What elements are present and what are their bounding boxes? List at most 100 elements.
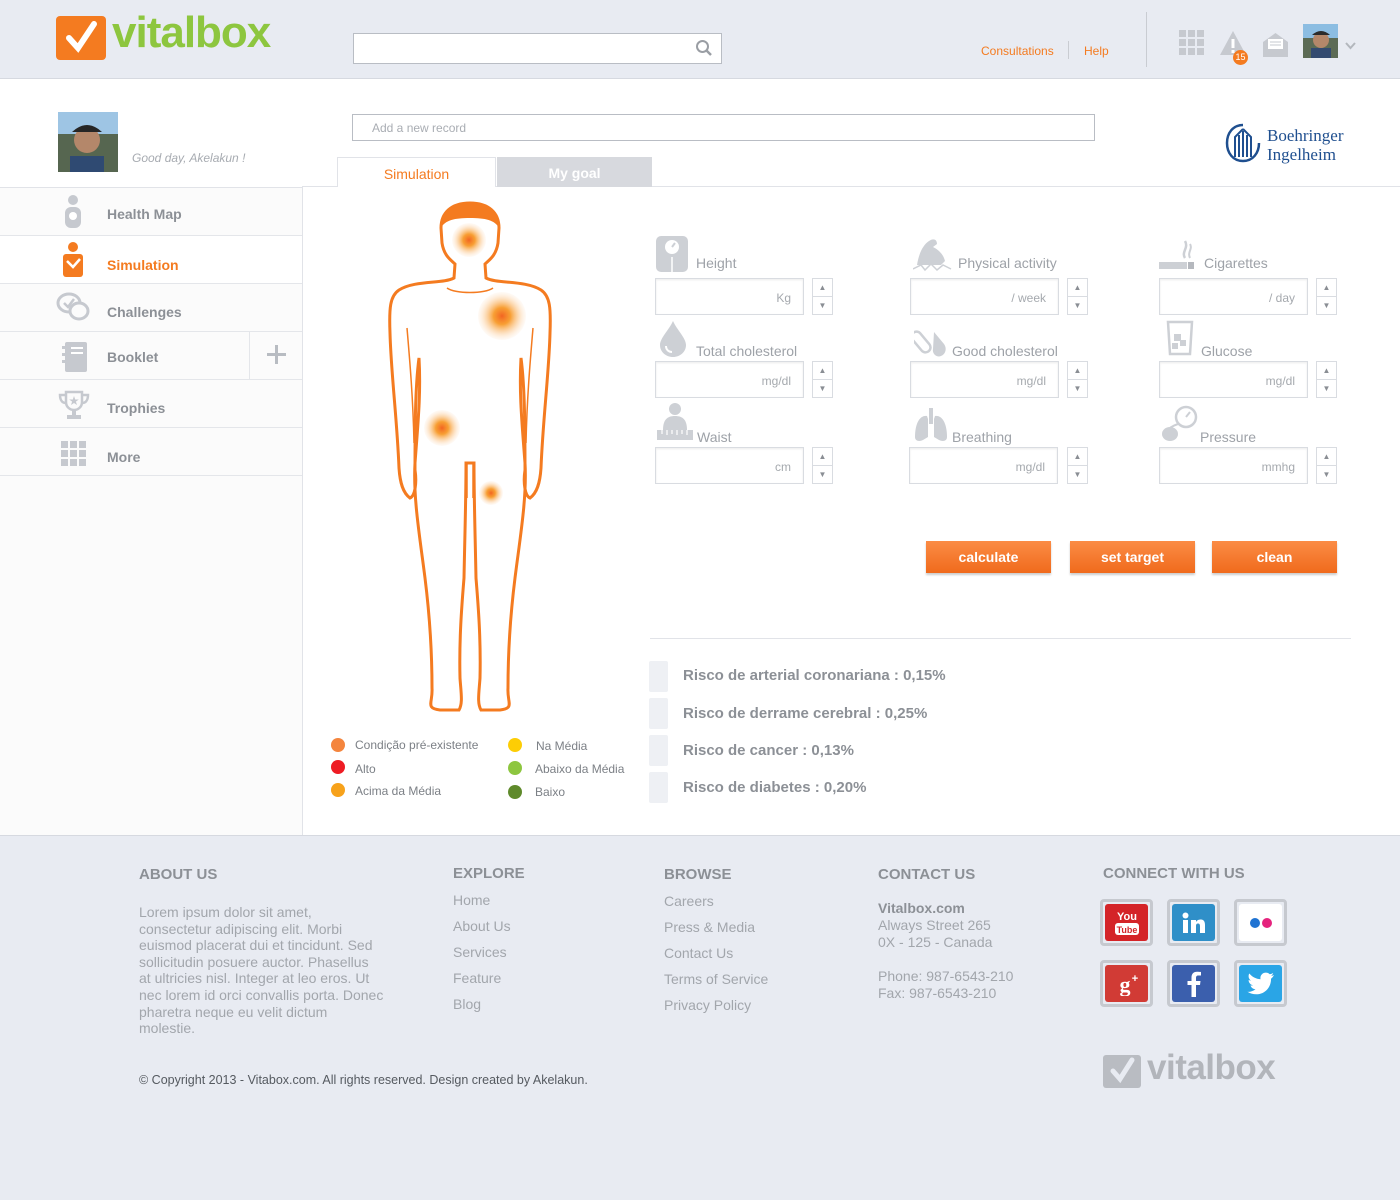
footer-link-about[interactable]: About Us — [453, 918, 511, 934]
sidebar-item-label: Trophies — [107, 400, 166, 416]
partner-logo[interactable]: Boehringer Ingelheim — [1225, 123, 1355, 167]
scale-icon — [655, 235, 689, 278]
linkedin-icon[interactable] — [1167, 899, 1220, 946]
header-divider — [1146, 12, 1147, 67]
sidebar-item-challenges[interactable]: Challenges — [0, 284, 302, 332]
booklet-divider — [249, 332, 250, 379]
hotspot-abdomen[interactable] — [424, 410, 460, 446]
stepper-up-icon[interactable]: ▲ — [1068, 279, 1087, 297]
total-cholesterol-stepper[interactable]: ▲ ▼ — [812, 361, 833, 398]
footer-link-careers[interactable]: Careers — [664, 893, 714, 909]
user-avatar[interactable] — [1303, 24, 1338, 58]
field-label-good-cholesterol: Good cholesterol — [952, 343, 1058, 359]
glucose-stepper[interactable]: ▲ ▼ — [1316, 361, 1337, 398]
stepper-down-icon[interactable]: ▼ — [1317, 466, 1336, 484]
stepper-up-icon[interactable]: ▲ — [1317, 448, 1336, 466]
sidebar-item-more[interactable]: More — [0, 428, 302, 476]
footer-link-press[interactable]: Press & Media — [664, 919, 755, 935]
stepper-up-icon[interactable]: ▲ — [1317, 279, 1336, 297]
sidebar-item-booklet[interactable]: Booklet — [0, 332, 302, 380]
hotspot-thigh[interactable] — [479, 481, 503, 505]
physical-activity-stepper[interactable]: ▲ ▼ — [1067, 278, 1088, 315]
search-icon[interactable] — [695, 39, 713, 62]
messages-icon[interactable] — [1262, 32, 1289, 63]
pressure-stepper[interactable]: ▲ ▼ — [1316, 447, 1337, 484]
profile-avatar[interactable] — [58, 112, 118, 172]
footer-link-feature[interactable]: Feature — [453, 970, 501, 986]
footer-link-terms[interactable]: Terms of Service — [664, 971, 768, 987]
tab-simulation[interactable]: Simulation — [337, 157, 496, 187]
stepper-down-icon[interactable]: ▼ — [1317, 380, 1336, 398]
stepper-up-icon[interactable]: ▲ — [1068, 362, 1087, 380]
set-target-button[interactable]: set target — [1070, 541, 1195, 573]
add-record-input[interactable]: Add a new record — [352, 114, 1095, 141]
sidebar-item-trophies[interactable]: Trophies — [0, 380, 302, 428]
waist-input[interactable]: cm — [655, 447, 804, 484]
vitalbox-logo[interactable]: vitalbox — [56, 8, 296, 62]
nav-consultations[interactable]: Consultations — [981, 44, 1054, 58]
stepper-down-icon[interactable]: ▼ — [813, 466, 832, 484]
sidebar-item-health-map[interactable]: Health Map — [0, 188, 302, 236]
stepper-down-icon[interactable]: ▼ — [1068, 297, 1087, 315]
body-map[interactable] — [385, 198, 555, 718]
apps-grid-icon[interactable] — [1179, 30, 1206, 63]
legend-label: Condição pré-existente — [355, 738, 479, 752]
arm-muscle-icon — [912, 235, 953, 278]
stepper-up-icon[interactable]: ▲ — [813, 448, 832, 466]
sidebar-item-simulation[interactable]: Simulation — [0, 236, 302, 284]
height-input[interactable]: Kg — [655, 278, 804, 315]
calculate-button[interactable]: calculate — [926, 541, 1051, 573]
stepper-down-icon[interactable]: ▼ — [813, 380, 832, 398]
footer-link-contact[interactable]: Contact Us — [664, 945, 733, 961]
footer-contact-city: 0X - 125 - Canada — [878, 934, 993, 950]
physical-activity-input[interactable]: / week — [910, 278, 1059, 315]
good-cholesterol-stepper[interactable]: ▲ ▼ — [1067, 361, 1088, 398]
cigarettes-input[interactable]: / day — [1159, 278, 1308, 315]
footer-contact-phone: Phone: 987-6543-210 — [878, 968, 1014, 984]
nav-help[interactable]: Help — [1084, 44, 1109, 58]
chevron-down-icon[interactable] — [1345, 37, 1356, 55]
stepper-down-icon[interactable]: ▼ — [1068, 380, 1087, 398]
field-label-physical-activity: Physical activity — [958, 255, 1057, 271]
hotspot-head[interactable] — [452, 223, 486, 257]
stepper-up-icon[interactable]: ▲ — [1068, 448, 1087, 466]
tab-my-goal[interactable]: My goal — [497, 157, 652, 187]
partner-name: Boehringer Ingelheim — [1267, 126, 1343, 164]
add-booklet-icon[interactable] — [267, 345, 286, 367]
field-label-glucose: Glucose — [1201, 343, 1253, 359]
google-plus-icon[interactable]: g + — [1100, 960, 1153, 1007]
stepper-down-icon[interactable]: ▼ — [1317, 297, 1336, 315]
footer-link-privacy[interactable]: Privacy Policy — [664, 997, 751, 1013]
total-cholesterol-input[interactable]: mg/dl — [655, 361, 804, 398]
footer-link-home[interactable]: Home — [453, 892, 490, 908]
search-input[interactable] — [353, 33, 722, 64]
footer-link-blog[interactable]: Blog — [453, 996, 481, 1012]
youtube-icon[interactable]: You Tube — [1100, 899, 1153, 946]
cigarettes-stepper[interactable]: ▲ ▼ — [1316, 278, 1337, 315]
glucose-input[interactable]: mg/dl — [1159, 361, 1308, 398]
footer-logo[interactable]: vitalbox — [1103, 1048, 1288, 1090]
breathing-input[interactable]: mg/dl — [909, 447, 1058, 484]
stepper-down-icon[interactable]: ▼ — [1068, 466, 1087, 484]
facebook-icon[interactable] — [1167, 960, 1220, 1007]
partner-name-line1: Boehringer — [1267, 126, 1344, 145]
waist-stepper[interactable]: ▲ ▼ — [812, 447, 833, 484]
footer-contact-site[interactable]: Vitalbox.com — [878, 900, 965, 917]
stepper-up-icon[interactable]: ▲ — [813, 279, 832, 297]
twitter-icon[interactable] — [1234, 960, 1287, 1007]
sidebar-item-label: More — [107, 449, 141, 465]
height-stepper[interactable]: ▲ ▼ — [812, 278, 833, 315]
health-map-icon — [60, 194, 86, 233]
footer-link-services[interactable]: Services — [453, 944, 507, 960]
good-cholesterol-input[interactable]: mg/dl — [910, 361, 1059, 398]
breathing-stepper[interactable]: ▲ ▼ — [1067, 447, 1088, 484]
pressure-input[interactable]: mmhg — [1159, 447, 1308, 484]
hotspot-chest[interactable] — [478, 292, 526, 340]
legend-dot — [331, 783, 345, 797]
stepper-down-icon[interactable]: ▼ — [813, 297, 832, 315]
field-label-breathing: Breathing — [952, 429, 1012, 445]
flickr-icon[interactable] — [1234, 899, 1287, 946]
stepper-up-icon[interactable]: ▲ — [1317, 362, 1336, 380]
clean-button[interactable]: clean — [1212, 541, 1337, 573]
stepper-up-icon[interactable]: ▲ — [813, 362, 832, 380]
